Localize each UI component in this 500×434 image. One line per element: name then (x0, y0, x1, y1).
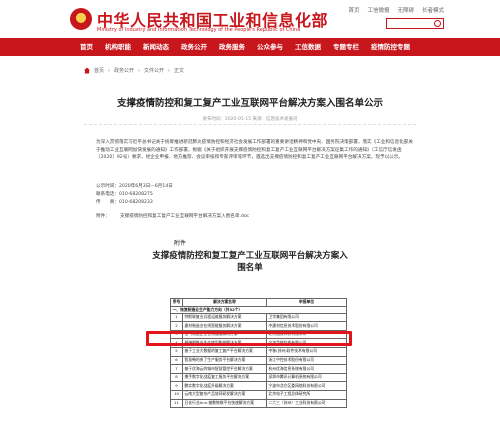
annex-label: 附件 (174, 240, 187, 247)
nav-item-news[interactable]: 新闻动态 (137, 38, 175, 56)
article-title: 支撑疫情防控和复工复产工业互联网平台解决方案入围名单公示 (116, 98, 383, 109)
site-subtitle: Ministry of Industry and Information Tec… (97, 27, 301, 33)
column-header: 申报单位 (266, 298, 347, 307)
row-number: 6 (170, 355, 183, 366)
nav-item-home[interactable]: 首页 (74, 38, 99, 56)
row-number: 11 (170, 398, 183, 409)
top-link-weibo[interactable]: 工信微报 (367, 6, 389, 14)
highlight-box (146, 331, 352, 346)
nav-item-epidemic[interactable]: 疫情防控专题 (365, 38, 416, 56)
site-header: 中华人民共和国工业和信息化部 Ministry of Industry and … (0, 0, 500, 38)
solution-name: 携手数字化战疫复工服务平台解决方案 (182, 372, 267, 383)
top-link-elder-mode[interactable]: 长者模式 (422, 6, 444, 14)
table-row: 6 智慧畅的央了生产服务平台解决方案 浙江中控技术股份有限公司 (170, 355, 347, 366)
solution-name: 建材制造业在线智能服务解决方案 (182, 321, 267, 331)
applicant-name: 深圳市腾讯计算机系统有限公司 (266, 372, 347, 383)
breadcrumb-separator: › (168, 67, 171, 74)
applicant-name: 杭州优海信息系统有限公司 (266, 364, 347, 374)
row-number: 10 (170, 389, 183, 400)
breadcrumb-separator: › (108, 67, 111, 74)
annex-title: 支撑疫情防控和复工复产工业互联网平台解决方案入围名单 (152, 251, 348, 273)
divider (84, 124, 416, 125)
table-row: 5 基于工业大数据的复工复产平台解决方案 中移(苏州)软件技术有限公司 (170, 346, 347, 357)
solution-name: 鹏实数字化战疫升级解决方案 (182, 381, 267, 391)
notice-period: 公示时间：2020年6月3日—6月14日 (96, 184, 173, 189)
nav-item-gov-info[interactable]: 政务公开 (175, 38, 213, 56)
table-row: 8 携手数字化战疫复工服务平台解决方案 深圳市腾讯计算机系统有限公司 (170, 372, 347, 383)
table-row: 2 建材制造业在线智能服务解决方案 中建材信息技术股份有限公司 (170, 321, 347, 331)
breadcrumb-home[interactable]: 首页 (94, 67, 104, 74)
top-link-home[interactable]: 首页 (348, 6, 359, 14)
table-row: 7 基于优海云的城市智慧管控平台解决方案 杭州优海信息系统有限公司 (170, 364, 347, 374)
solution-name: 日化行业Ann-基数物联平台快速解决方案 (182, 398, 267, 409)
attachment-link[interactable]: 支撑疫情防控和复工复产工业互联网平台解决方案入围名单.doc (120, 213, 249, 219)
national-emblem-icon[interactable] (70, 8, 92, 30)
nav-item-public[interactable]: 公众参与 (251, 38, 289, 56)
row-number: 1 (170, 312, 183, 323)
solution-name: 基于工业大数据的复工复产平台解决方案 (182, 346, 267, 357)
table-row: 9 鹏实数字化战疫升级解决方案 宁波市北仑区委网络科技有限公司 (170, 381, 347, 391)
solution-name: 智慧畅的央了生产服务平台解决方案 (182, 355, 267, 366)
applicant-name: 二六三（苏州）工业科技有限公司 (266, 398, 347, 409)
applicant-name: 卫华集团有限公司 (266, 312, 347, 323)
contact-phone: 联系电话：010-68208275 (96, 192, 153, 197)
row-number: 8 (170, 372, 183, 383)
row-number: 9 (170, 381, 183, 391)
solution-name: 特斯联复业远程运维服务解决方案 (182, 312, 267, 323)
applicant-name: 中建材信息技术股份有限公司 (266, 321, 347, 331)
breadcrumb-gov-info[interactable]: 政务公开 (114, 67, 134, 74)
top-link-accessibility[interactable]: 无障碍 (397, 6, 414, 14)
applicant-name: 中移(苏州)软件技术有限公司 (266, 346, 347, 357)
row-number: 5 (170, 346, 183, 357)
table-row: 10 云南大型复杂产品协同研发解决方案 北京电子工程总体研究所 (170, 389, 347, 400)
home-icon (84, 67, 90, 74)
breadcrumb-files[interactable]: 文件公开 (144, 67, 164, 74)
breadcrumb-separator: › (138, 67, 141, 74)
article-meta: 发布时间：2020-05-15 来源：信息技术发展司 (202, 117, 298, 122)
breadcrumb-current: 正文 (174, 68, 185, 74)
table-header-row: 序号 解决方案名称 申报单位 (170, 298, 347, 307)
applicant-name: 浙江中控技术股份有限公司 (266, 355, 347, 366)
nav-item-functions[interactable]: 机构职能 (99, 38, 137, 56)
top-links: 首页 工信微报 无障碍 长者模式 (348, 6, 444, 14)
nav-item-topics[interactable]: 专题专栏 (327, 38, 365, 56)
solution-name: 云南大型复杂产品协同研发解决方案 (182, 389, 267, 400)
attachment-label: 附件： (96, 214, 110, 219)
search-input[interactable] (386, 18, 444, 29)
solution-name: 基于优海云的城市智慧管控平台解决方案 (182, 364, 267, 374)
category-label: 一、恢复制造业生产能力方向（共32个） (170, 306, 347, 314)
main-nav: 首页 机构职能 新闻动态 政务公开 政务服务 公众参与 工信数据 专题专栏 疫情… (0, 38, 500, 56)
column-header: 解决方案名称 (182, 298, 267, 307)
nav-item-data[interactable]: 工信数据 (289, 38, 327, 56)
breadcrumb: 首页 › 政务公开 › 文件公开 › 正文 (84, 67, 184, 74)
contact-fax: 传 真：010-68208233 (96, 200, 153, 205)
table-row: 1 特斯联复业远程运维服务解决方案 卫华集团有限公司 (170, 312, 347, 323)
applicant-name: 宁波市北仑区委网络科技有限公司 (266, 381, 347, 391)
shortlist-table: 序号 解决方案名称 申报单位 一、恢复制造业生产能力方向（共32个） 1 特斯联复… (170, 298, 347, 409)
table-category-row: 一、恢复制造业生产能力方向（共32个） (170, 306, 347, 314)
row-number: 7 (170, 364, 183, 374)
article-paragraph: 为深入贯彻落实习近平总书记关于统筹推进新冠肺炎疫情防控和经济社会发展工作部署的重… (96, 140, 413, 160)
row-number: 2 (170, 321, 183, 331)
search-icon[interactable] (434, 20, 441, 27)
column-header: 序号 (170, 298, 183, 307)
nav-item-gov-service[interactable]: 政务服务 (213, 38, 251, 56)
table-row: 11 日化行业Ann-基数物联平台快速解决方案 二六三（苏州）工业科技有限公司 (170, 398, 347, 409)
applicant-name: 北京电子工程总体研究所 (266, 389, 347, 400)
